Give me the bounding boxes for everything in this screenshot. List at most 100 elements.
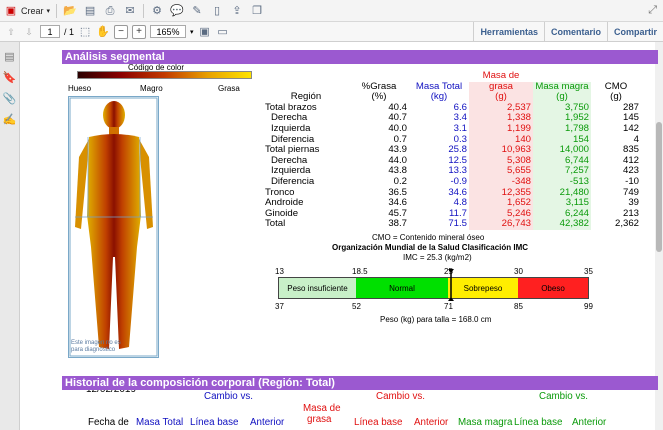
history-title: Historial de la composición corporal (Re…: [62, 376, 658, 390]
pct-fat-cell: 0.2: [393, 175, 407, 187]
history-total-mass: Masa Total: [136, 417, 184, 428]
region-cell: Izquierda: [271, 122, 311, 134]
share-link[interactable]: Compartir: [606, 22, 663, 42]
history-baseline-3: Línea base: [514, 417, 563, 428]
zoom-out-button[interactable]: −: [114, 24, 129, 39]
divider: [143, 3, 145, 18]
page-number-input[interactable]: 1: [40, 25, 60, 38]
fat-mass-cell: 1,199: [469, 123, 533, 135]
bmi-bottom-tick: 52: [352, 302, 361, 311]
weight-note: Peso (kg) para talla = 168.0 cm: [380, 315, 492, 324]
email-icon[interactable]: ✉: [123, 4, 137, 18]
hand-tool-icon[interactable]: ✋: [96, 25, 110, 39]
fit-width-icon[interactable]: ▭: [216, 25, 230, 39]
bmi-marker-icon: [448, 269, 455, 301]
cmo-cell: 142: [622, 122, 639, 134]
bmi-segment-normal: Normal: [356, 278, 448, 298]
bookmark-icon[interactable]: 🔖: [0, 71, 19, 84]
history-change-vs-1: Cambio vs.: [204, 391, 253, 402]
history-lean-mass: Masa magra: [458, 417, 513, 428]
history-previous-2: Anterior: [414, 417, 449, 428]
cmo-note: CMO = Contenido mineral óseo: [372, 233, 485, 242]
bmi-segment-obese: Obeso: [518, 278, 588, 298]
lean-mass-cell: 1,798: [533, 123, 591, 135]
chevron-down-icon[interactable]: ▾: [190, 28, 194, 36]
navigation-pane: ▤ 🔖 📎 ✍: [0, 42, 20, 430]
divider: [56, 3, 58, 18]
pages-icon[interactable]: ▤: [0, 50, 19, 63]
scrollbar-thumb[interactable]: [656, 122, 662, 252]
color-gradient-bar: [77, 71, 252, 79]
region-cell: Diferencia: [271, 175, 315, 187]
legend-fat: Grasa: [218, 84, 240, 93]
body-silhouette-icon: [69, 97, 158, 357]
legend-lean: Magro: [140, 84, 163, 93]
segmental-title: Análisis segmental: [62, 50, 658, 64]
history-baseline-1: Línea base: [190, 417, 239, 428]
bmi-scale-bar: Peso insuficiente Normal Sobrepeso Obeso: [278, 277, 589, 299]
legend-bone: Hueso: [68, 84, 92, 93]
fit-page-icon[interactable]: ▣: [198, 25, 212, 39]
fat-mass-cell: 26,743: [469, 219, 533, 230]
history-change-vs-2: Cambio vs.: [376, 391, 425, 402]
lean-mass-cell: -513: [533, 176, 591, 188]
next-page-icon[interactable]: ⇩: [22, 25, 36, 39]
oms-title: Organización Mundial de la Salud Clasifi…: [332, 243, 529, 252]
chevron-down-icon: ▾: [46, 7, 51, 15]
history-fat-mass-a: Masa de: [303, 403, 341, 414]
table-row: Diferencia 0.2 -0.9 -348 -513 -10: [263, 175, 641, 188]
create-pdf-icon: ▣: [5, 4, 17, 17]
tools-link[interactable]: Herramientas: [473, 22, 544, 42]
document-page: Análisis segmental Código de color Hueso…: [20, 42, 658, 430]
cmo-cell: 2,362: [614, 218, 639, 230]
total-mass-cell: 3.1: [453, 122, 467, 134]
stamp-icon[interactable]: ✎: [190, 4, 204, 18]
print-icon[interactable]: ⎙: [103, 4, 117, 18]
bmi-top-tick: 13: [275, 267, 284, 276]
select-cursor-icon[interactable]: ⬚: [78, 25, 92, 39]
combine-icon[interactable]: ❐: [250, 4, 264, 18]
document-icon[interactable]: ▯: [210, 4, 224, 18]
cmo-cell: -10: [625, 175, 639, 187]
bmi-top-tick: 30: [514, 267, 523, 276]
signature-icon[interactable]: ✍: [0, 113, 19, 126]
imc-value: IMC = 25.3 (kg/m2): [403, 253, 472, 262]
export-icon[interactable]: ⇪: [230, 4, 244, 18]
history-previous-3: Anterior: [572, 417, 607, 428]
toolbar-links: Herramientas Comentario Compartir: [473, 22, 663, 42]
history-fat-mass-b: grasa: [307, 414, 332, 425]
zoom-level-input[interactable]: 165%: [150, 25, 187, 38]
table-row: Total 38.7 71.5 26,743 42,382 2,362: [263, 219, 641, 230]
zoom-in-button[interactable]: +: [132, 24, 147, 39]
bmi-segment-underweight: Peso insuficiente: [279, 278, 356, 298]
region-cell: Total: [265, 218, 286, 230]
bmi-bottom-tick: 71: [444, 302, 453, 311]
total-mass-cell: -0.9: [450, 175, 467, 187]
body-scan-image: Este imagen no es para diagnóstico: [68, 96, 159, 358]
attachment-icon[interactable]: 📎: [0, 92, 19, 105]
create-label: Crear: [21, 5, 44, 16]
settings-icon[interactable]: ⚙: [150, 4, 164, 18]
bmi-bottom-tick: 37: [275, 302, 284, 311]
bmi-bottom-tick: 99: [584, 302, 593, 311]
create-button[interactable]: ▣ Crear ▾: [4, 4, 50, 18]
previous-page-icon[interactable]: ⇧: [4, 25, 18, 39]
header-fat-mass-a: Masa de: [482, 70, 520, 81]
page-total: / 1: [64, 26, 75, 37]
history-previous-1: Anterior: [250, 417, 285, 428]
bmi-segment-overweight: Sobrepeso: [448, 278, 518, 298]
pct-fat-cell: 38.7: [388, 218, 407, 230]
table-row: Izquierda 40.0 3.1 1,199 1,798 142: [263, 122, 641, 135]
history-date: Fecha de: [88, 417, 129, 428]
folder-open-icon[interactable]: 📂: [63, 4, 77, 18]
comment-link[interactable]: Comentario: [543, 22, 607, 42]
segmental-table: Masa de %Grasa Masa Total grasa Masa mag…: [263, 70, 641, 230]
vertical-scrollbar[interactable]: [655, 42, 663, 430]
save-icon[interactable]: ▤: [83, 4, 97, 18]
history-baseline-2: Línea base: [354, 417, 403, 428]
bmi-top-tick: 35: [584, 267, 593, 276]
navigation-toolbar: ⇧ ⇩ 1 / 1 ⬚ ✋ − + 165% ▾ ▣ ▭ Herramienta…: [0, 22, 663, 42]
pct-fat-cell: 40.0: [388, 122, 407, 134]
comment-icon[interactable]: 💬: [170, 4, 184, 18]
expand-icon[interactable]: ⤢: [648, 4, 657, 17]
